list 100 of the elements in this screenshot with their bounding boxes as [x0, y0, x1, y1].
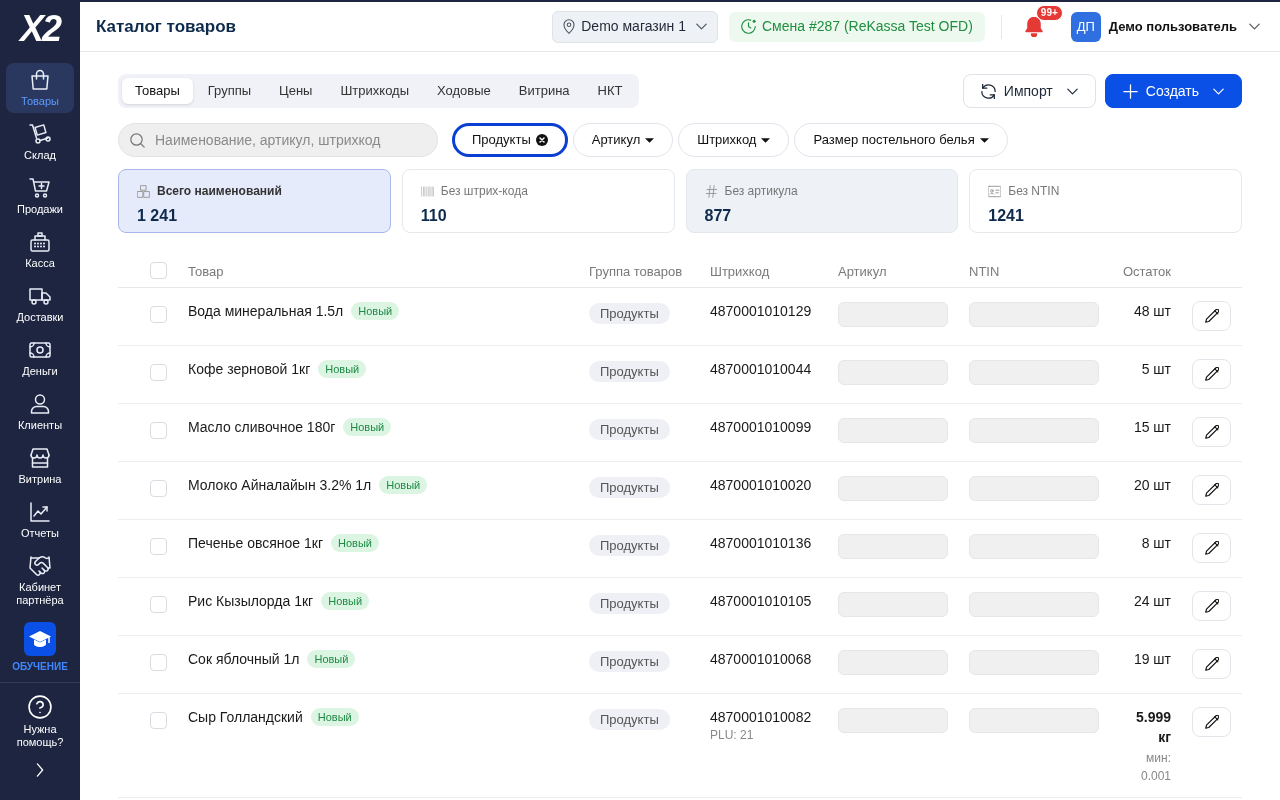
article-field[interactable] [838, 302, 948, 327]
tab[interactable]: Товары [122, 78, 193, 104]
chevron-down-icon[interactable] [1249, 23, 1260, 30]
product-name[interactable]: Рис Кызылорда 1кг [188, 590, 314, 612]
article-field[interactable] [838, 650, 948, 675]
chart-icon [28, 500, 52, 524]
tab[interactable]: Ходовые [424, 78, 504, 104]
sidebar-item[interactable]: Товары [6, 63, 74, 113]
sidebar-item[interactable]: Склад [6, 117, 74, 167]
sidebar-item[interactable]: Кабинет партнёра [6, 549, 74, 612]
group-tag: Продукты [589, 535, 670, 556]
article-field[interactable] [838, 418, 948, 443]
group-tag: Продукты [589, 419, 670, 440]
ntin-field[interactable] [969, 360, 1099, 385]
store-select[interactable]: Demo магазин 1 [552, 10, 718, 43]
logo[interactable]: X2 [19, 14, 60, 44]
stat-label: Без артикула [724, 183, 798, 200]
edit-button[interactable] [1192, 359, 1231, 389]
sidebar-item[interactable]: Касса [6, 225, 74, 275]
row-checkbox[interactable] [150, 712, 167, 729]
edit-button[interactable] [1192, 533, 1231, 563]
product-name[interactable]: Сок яблочный 1л [188, 648, 300, 670]
edit-button[interactable] [1192, 301, 1231, 331]
stat-label: Всего наименований [157, 183, 282, 200]
tab[interactable]: Группы [194, 78, 265, 104]
stock-quantity: 8 шт [1141, 534, 1171, 553]
ntin-field[interactable] [969, 708, 1099, 733]
store-icon [28, 446, 52, 470]
filter-chip[interactable]: Артикул [572, 123, 674, 157]
stock-quantity: 5 шт [1141, 360, 1171, 379]
chevron-down-icon [1213, 87, 1224, 95]
search-icon [130, 133, 145, 148]
chevron-down-icon [695, 23, 707, 30]
graduation-cap-icon [24, 622, 56, 656]
user-name[interactable]: Демо пользователь [1108, 16, 1237, 37]
stat-card[interactable]: Без артикула 877 [685, 169, 959, 233]
help-button[interactable]: Нужна помощь? [6, 695, 74, 749]
row-checkbox[interactable] [150, 480, 167, 497]
edit-button[interactable] [1192, 707, 1231, 737]
barcode-number: 4870001010129 [710, 302, 813, 321]
tab[interactable]: Витрина [505, 78, 583, 104]
tab[interactable]: НКТ [584, 78, 636, 104]
ntin-field[interactable] [969, 534, 1099, 559]
stock-quantity: 5.999 кг [1134, 708, 1171, 747]
row-checkbox[interactable] [150, 596, 167, 613]
sidebar-item[interactable]: Доставки [6, 279, 74, 329]
tab[interactable]: Штрихкоды [327, 78, 422, 104]
sidebar-item[interactable]: Продажи [6, 171, 74, 221]
article-field[interactable] [838, 360, 948, 385]
product-name[interactable]: Сыр Голландский [188, 706, 303, 728]
filter-chip[interactable]: Штрихкод [678, 123, 790, 157]
training-button[interactable]: ОБУЧЕНИЕ [12, 622, 68, 673]
product-name[interactable]: Масло сливочное 180г [188, 416, 336, 438]
product-name[interactable]: Вода минеральная 1.5л [188, 300, 344, 322]
article-field[interactable] [838, 534, 948, 559]
search-field[interactable]: Наименование, артикул, штрихкод [118, 123, 438, 157]
article-field[interactable] [838, 592, 948, 617]
import-button[interactable]: Импорт [962, 74, 1096, 108]
edit-button[interactable] [1192, 591, 1231, 621]
shift-status[interactable]: Смена #287 (ReKassa Test OFD) [728, 11, 985, 42]
hash-icon [704, 184, 718, 198]
row-checkbox[interactable] [150, 538, 167, 555]
stat-card[interactable]: Без NTIN 1241 [969, 169, 1242, 233]
row-checkbox[interactable] [150, 364, 167, 381]
sidebar-item[interactable]: Клиенты [6, 387, 74, 437]
group-tag: Продукты [589, 303, 670, 324]
pin-icon [563, 19, 576, 34]
sidebar-item[interactable]: Витрина [6, 441, 74, 491]
clear-icon[interactable] [535, 134, 548, 146]
user-avatar[interactable]: ДП [1070, 11, 1101, 42]
select-all-checkbox[interactable] [150, 262, 167, 279]
sidebar-item[interactable]: Отчеты [6, 495, 74, 545]
sidebar-item[interactable]: Деньги [6, 333, 74, 383]
article-field[interactable] [838, 708, 948, 733]
product-name[interactable]: Кофе зерновой 1кг [188, 358, 311, 380]
ntin-field[interactable] [969, 302, 1099, 327]
minimum-quantity: мин: 0.001 [1139, 750, 1171, 785]
expand-button[interactable] [36, 763, 44, 777]
edit-button[interactable] [1192, 475, 1231, 505]
product-name[interactable]: Молоко Айналайын 3.2% 1л [188, 474, 372, 496]
create-button[interactable]: Создать [1104, 74, 1242, 108]
edit-button[interactable] [1192, 649, 1231, 679]
tab[interactable]: Цены [266, 78, 326, 104]
edit-button[interactable] [1192, 417, 1231, 447]
ntin-field[interactable] [969, 418, 1099, 443]
status-tag: Новый [310, 708, 359, 726]
article-field[interactable] [838, 476, 948, 501]
notifications-button[interactable] [1023, 16, 1044, 37]
ntin-field[interactable] [969, 476, 1099, 501]
ntin-field[interactable] [969, 592, 1099, 617]
stat-card[interactable]: Без штрих-кода 110 [401, 169, 675, 233]
row-checkbox[interactable] [150, 306, 167, 323]
row-checkbox[interactable] [150, 654, 167, 671]
group-tag: Продукты [589, 361, 670, 382]
row-checkbox[interactable] [150, 422, 167, 439]
filter-chip[interactable]: Размер постельного белья [794, 123, 1008, 157]
stat-card[interactable]: Всего наименований 1 241 [118, 169, 391, 233]
product-name[interactable]: Печенье овсяное 1кг [188, 532, 324, 554]
ntin-field[interactable] [969, 650, 1099, 675]
filter-chip[interactable]: Продукты [452, 123, 568, 157]
